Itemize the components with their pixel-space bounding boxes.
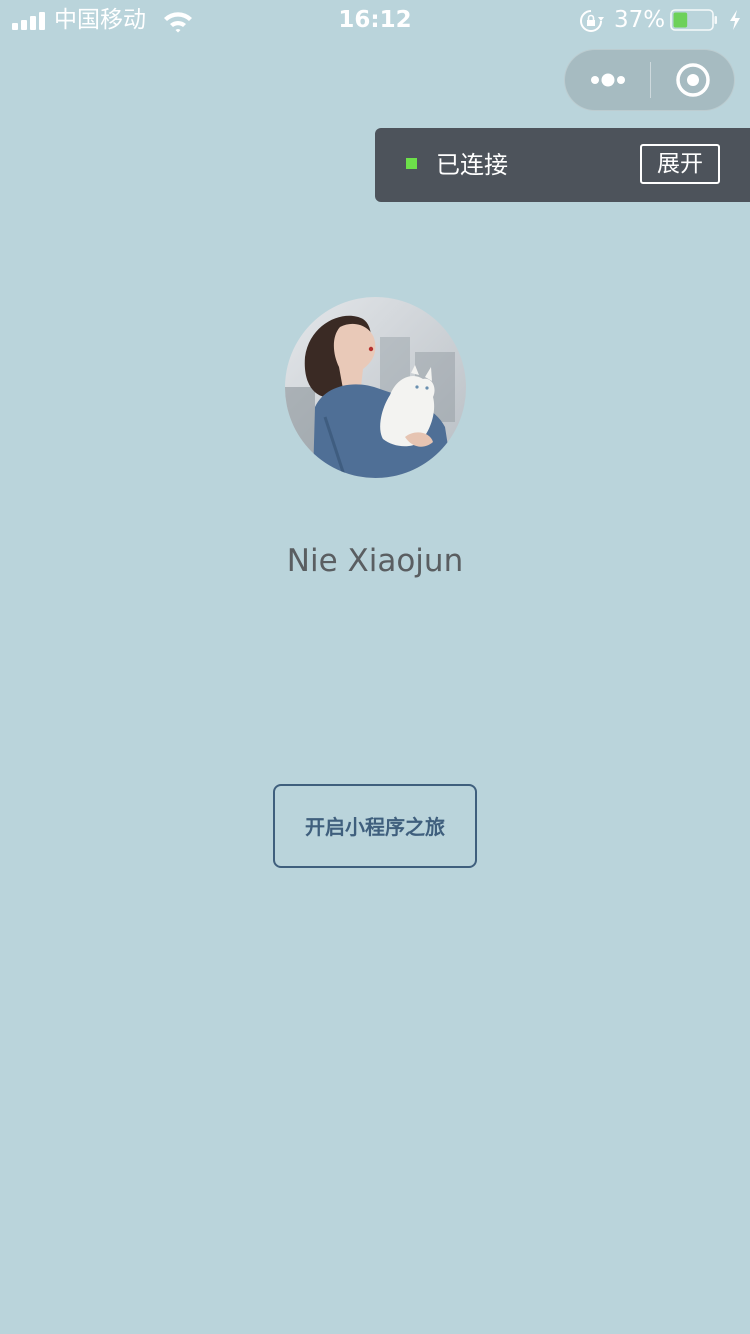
- rotation-lock-icon: [580, 10, 604, 32]
- battery-percent: 37%: [614, 7, 666, 33]
- more-button[interactable]: [565, 50, 650, 110]
- status-bar: 中国移动 16:12 37%: [0, 0, 750, 40]
- expand-button[interactable]: 展开: [640, 144, 720, 184]
- avatar: [285, 297, 466, 478]
- avatar-image: [285, 297, 466, 478]
- connection-status-text: 已连接: [436, 151, 508, 179]
- charging-icon: [730, 10, 740, 30]
- user-nickname: Nie Xiaojun: [286, 543, 464, 579]
- connection-toast: 已连接 展开: [375, 128, 750, 202]
- more-icon: [591, 73, 625, 87]
- battery-icon: [670, 9, 717, 31]
- connection-status-indicator: [406, 158, 417, 169]
- capsule-menu: [564, 49, 735, 111]
- close-button[interactable]: [651, 50, 735, 110]
- close-target-icon: [676, 63, 710, 97]
- start-button[interactable]: 开启小程序之旅: [273, 784, 477, 868]
